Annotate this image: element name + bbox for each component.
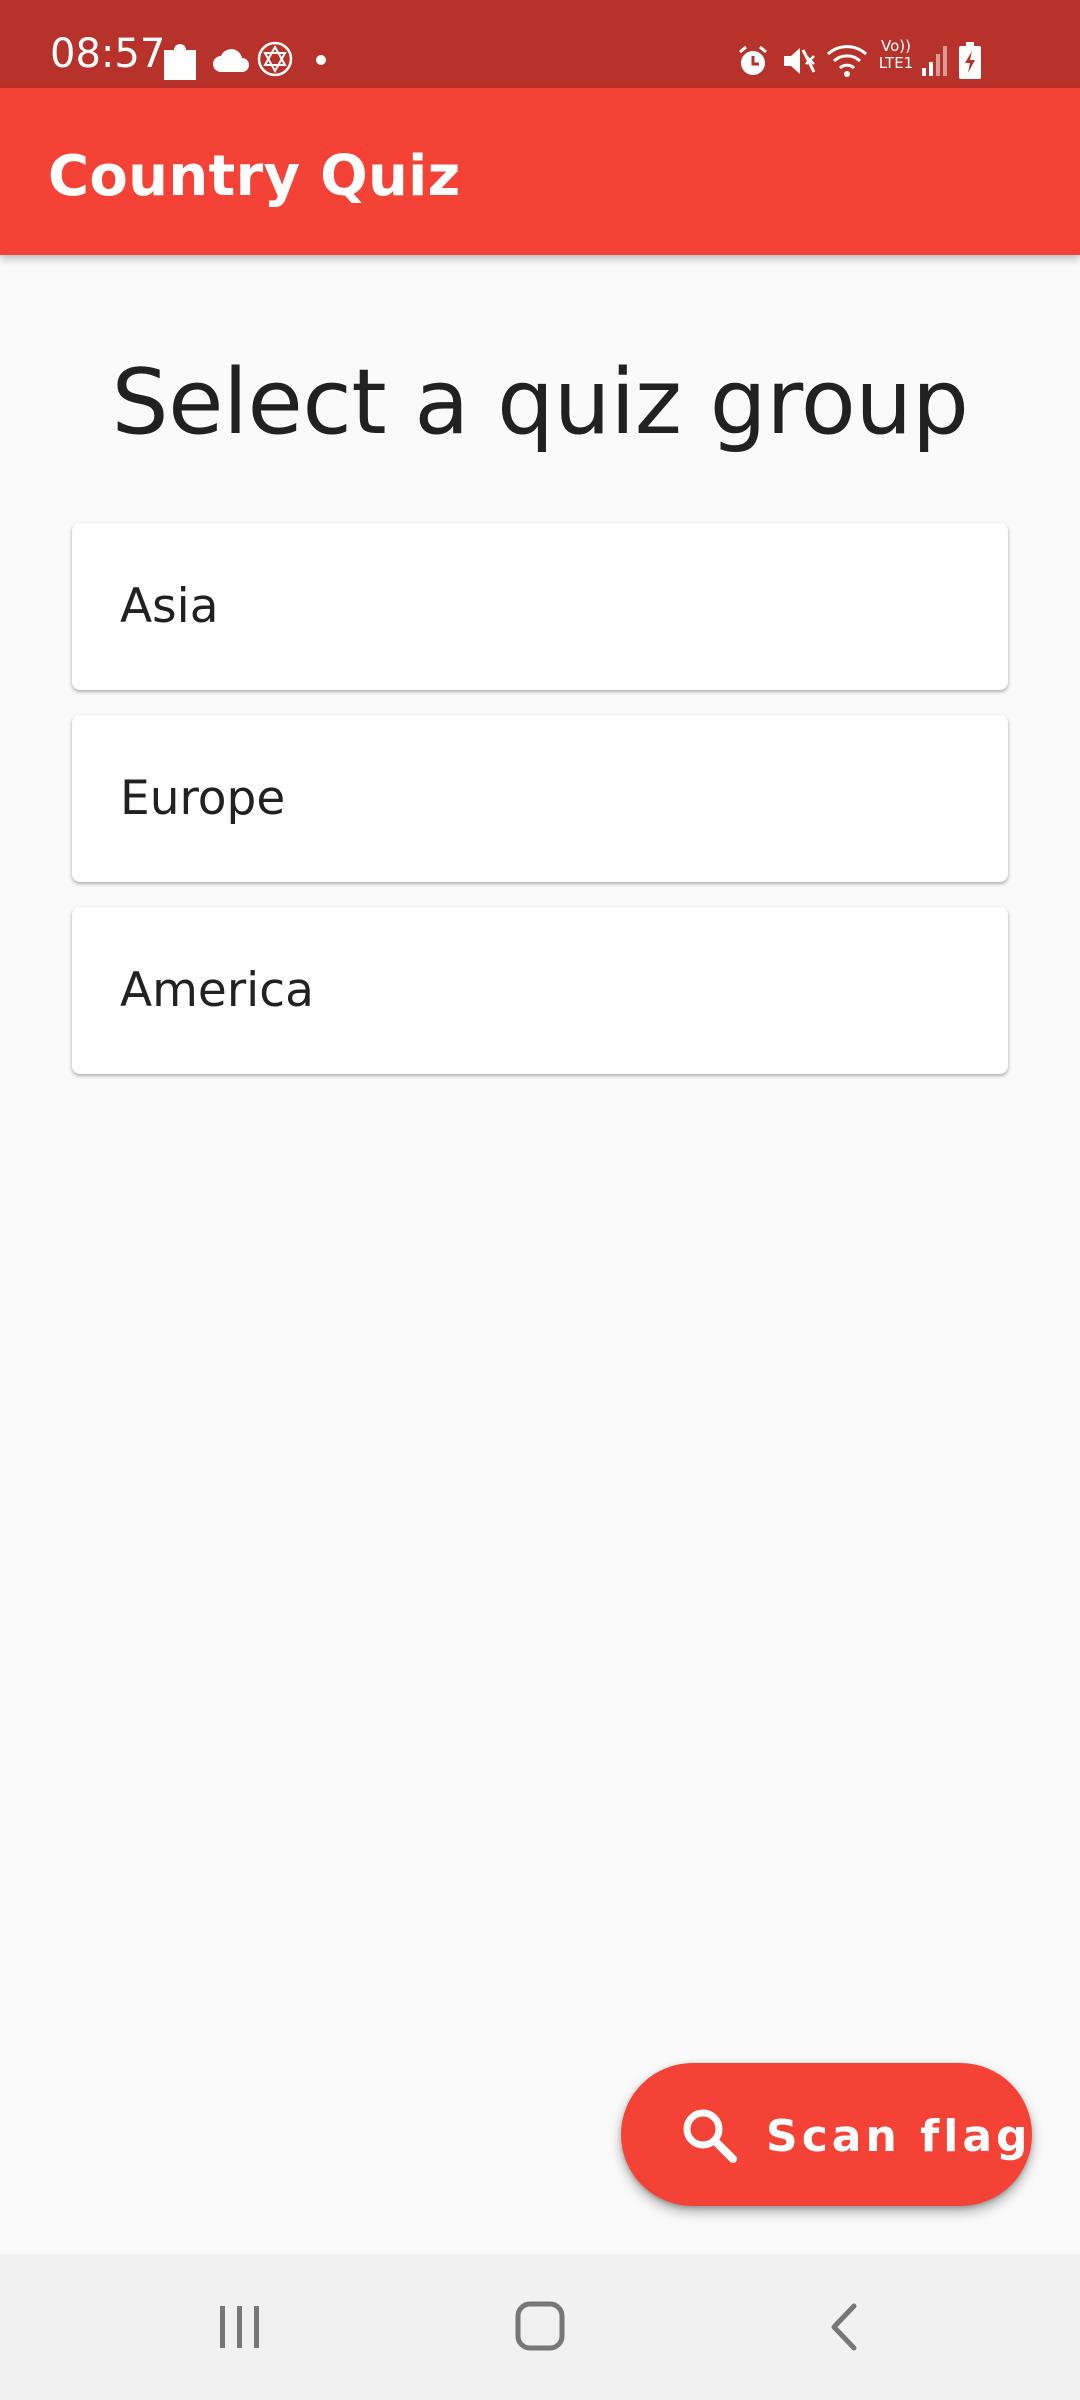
recents-icon: [220, 2306, 259, 2348]
quiz-group-list: Asia Europe America: [72, 523, 1008, 1099]
status-bar: 08:57 Vo)) LTE1: [0, 0, 1080, 88]
app-bar: Country Quiz: [0, 88, 1080, 255]
battery-charging-icon: [959, 42, 981, 79]
puzzle-icon: [164, 44, 196, 80]
app-title: Country Quiz: [48, 144, 461, 209]
mute-icon: [784, 48, 816, 74]
signal-icon: [922, 46, 947, 76]
quiz-group-europe[interactable]: Europe: [72, 715, 1008, 882]
quiz-group-label: Asia: [120, 579, 219, 634]
screen: 08:57 Vo)) LTE1 Country Quiz Select a qu…: [0, 0, 1080, 2400]
home-icon: [515, 2301, 565, 2351]
search-icon: [683, 2109, 737, 2163]
system-nav-bar: [0, 2254, 1080, 2400]
scan-flag-label: Scan flag: [766, 2111, 1032, 2162]
status-time: 08:57: [50, 31, 166, 77]
quiz-group-label: Europe: [120, 771, 286, 826]
volte-top-label: Vo)): [881, 37, 911, 55]
status-right-icons: Vo)) LTE1: [739, 38, 1032, 82]
volte-icon: Vo)) LTE1: [874, 38, 918, 72]
home-button[interactable]: [440, 2254, 640, 2400]
wifi-icon: [826, 45, 868, 77]
back-button[interactable]: [744, 2254, 944, 2400]
dot-icon: [316, 55, 326, 65]
star-of-david-icon: [257, 41, 293, 77]
quiz-group-label: America: [120, 963, 314, 1018]
back-icon: [831, 2303, 857, 2351]
quiz-group-america[interactable]: America: [72, 907, 1008, 1074]
quiz-group-asia[interactable]: Asia: [72, 523, 1008, 690]
recents-button[interactable]: [140, 2254, 340, 2400]
page-heading: Select a quiz group: [111, 350, 969, 455]
scan-flag-button[interactable]: Scan flag: [621, 2063, 1032, 2206]
volte-bottom-label: LTE1: [878, 54, 914, 72]
cloud-icon: [213, 49, 249, 72]
alarm-icon: [739, 45, 767, 75]
